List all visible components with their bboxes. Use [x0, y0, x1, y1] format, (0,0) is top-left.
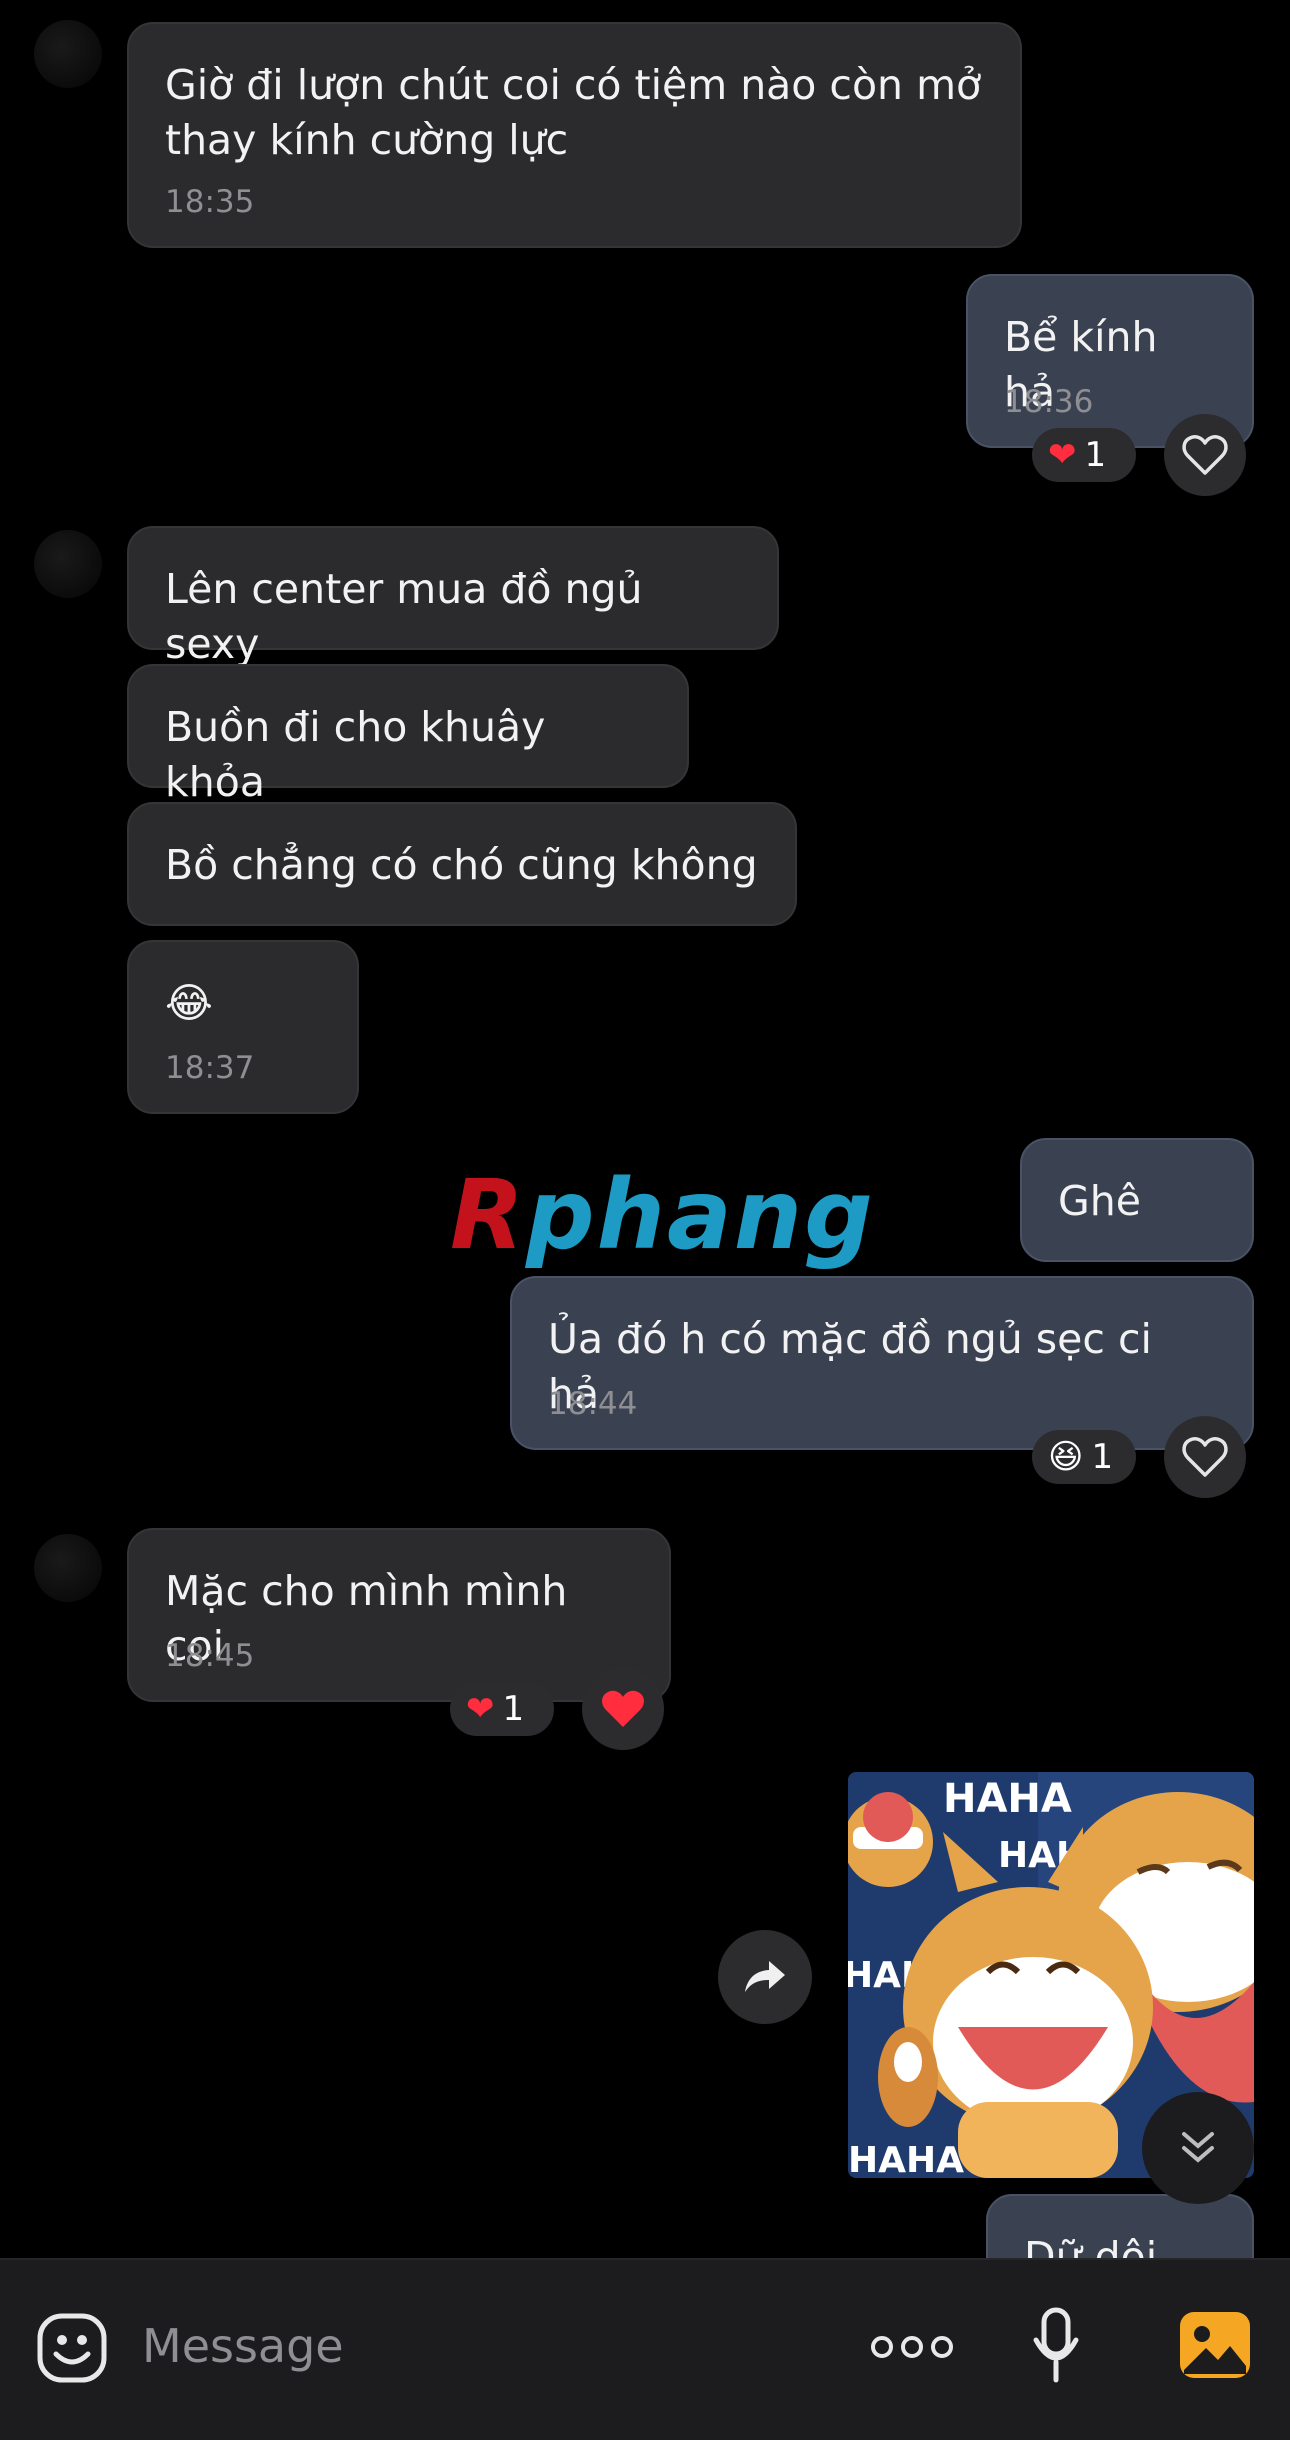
message-time: 18:45	[165, 1638, 255, 1674]
share-button[interactable]	[718, 1930, 812, 2024]
message-text: Lên center mua đồ ngủ sexy	[165, 565, 643, 668]
gallery-icon[interactable]	[1178, 2310, 1252, 2380]
heart-outline-icon	[1182, 435, 1228, 475]
scroll-down-button[interactable]	[1142, 2092, 1254, 2204]
message-bubble[interactable]: Ủa đó h có mặc đồ ngủ sẹc ci hả 18:44	[510, 1276, 1254, 1450]
chat-area[interactable]: Giờ đi lượn chút coi có tiệm nào còn mở …	[0, 0, 1290, 2258]
microphone-icon[interactable]	[1032, 2306, 1080, 2386]
like-button[interactable]	[582, 1668, 664, 1750]
more-dots-icon[interactable]	[870, 2332, 954, 2362]
svg-text:HAHA: HAHA	[848, 2140, 964, 2178]
message-text: Ủa đó h có mặc đồ ngủ sẹc ci hả	[548, 1315, 1152, 1418]
like-button[interactable]	[1164, 414, 1246, 496]
message-bubble[interactable]: Lên center mua đồ ngủ sexy	[127, 526, 779, 668]
reaction-badge[interactable]: ❤ 1	[1032, 428, 1136, 482]
heart-filled-icon	[602, 1690, 644, 1727]
sticker-face-icon[interactable]	[36, 2312, 108, 2384]
reaction-badge[interactable]: ❤ 1	[450, 1682, 554, 1736]
message-text: Giờ đi lượn chút coi có tiệm nào còn mở …	[165, 61, 982, 164]
heart-icon: ❤	[1048, 435, 1077, 475]
contact-avatar[interactable]	[34, 1534, 102, 1602]
scroll-down-icon	[1182, 2132, 1214, 2163]
message-text: Dữ dội he	[1024, 2233, 1158, 2258]
reaction-badge[interactable]: 😆 1	[1032, 1430, 1136, 1484]
laughing-emoji-icon: 😆	[1048, 1437, 1084, 1477]
message-text: 😂	[165, 979, 213, 1027]
like-button[interactable]	[1164, 1416, 1246, 1498]
message-bubble[interactable]: Dữ dội he	[986, 2194, 1254, 2258]
reaction-count: 1	[1084, 435, 1107, 475]
message-bubble[interactable]: 😂 18:37	[127, 940, 359, 1114]
message-text: Ghê	[1058, 1177, 1141, 1225]
share-arrow-icon	[745, 1961, 785, 1992]
message-time: 18:35	[165, 184, 255, 220]
message-text: Bồ chẳng có chó cũng không	[165, 841, 758, 889]
message-composer: Message	[0, 2258, 1290, 2440]
message-time: 18:37	[165, 1050, 255, 1086]
message-time: 18:44	[548, 1386, 638, 1422]
message-text: Buồn đi cho khuây khỏa	[165, 703, 546, 806]
message-bubble[interactable]: Buồn đi cho khuây khỏa	[127, 664, 689, 806]
heart-outline-icon	[1182, 1437, 1228, 1477]
watermark-logo: Rphang	[450, 1159, 875, 1271]
message-bubble[interactable]: Ghê	[1020, 1138, 1254, 1262]
message-bubble[interactable]: Bồ chẳng có chó cũng không	[127, 802, 797, 926]
reaction-count: 1	[502, 1689, 525, 1729]
contact-avatar[interactable]	[34, 20, 102, 88]
message-input[interactable]: Message	[142, 2316, 344, 2376]
message-bubble[interactable]: Mặc cho mình mình coi 18:45	[127, 1528, 671, 1702]
heart-icon: ❤	[466, 1689, 495, 1729]
contact-avatar[interactable]	[34, 530, 102, 598]
svg-text:HAHA: HAHA	[943, 1776, 1072, 1822]
message-bubble[interactable]: Giờ đi lượn chút coi có tiệm nào còn mở …	[127, 22, 1022, 248]
reaction-count: 1	[1091, 1437, 1114, 1477]
message-time: 18:36	[1004, 384, 1094, 420]
